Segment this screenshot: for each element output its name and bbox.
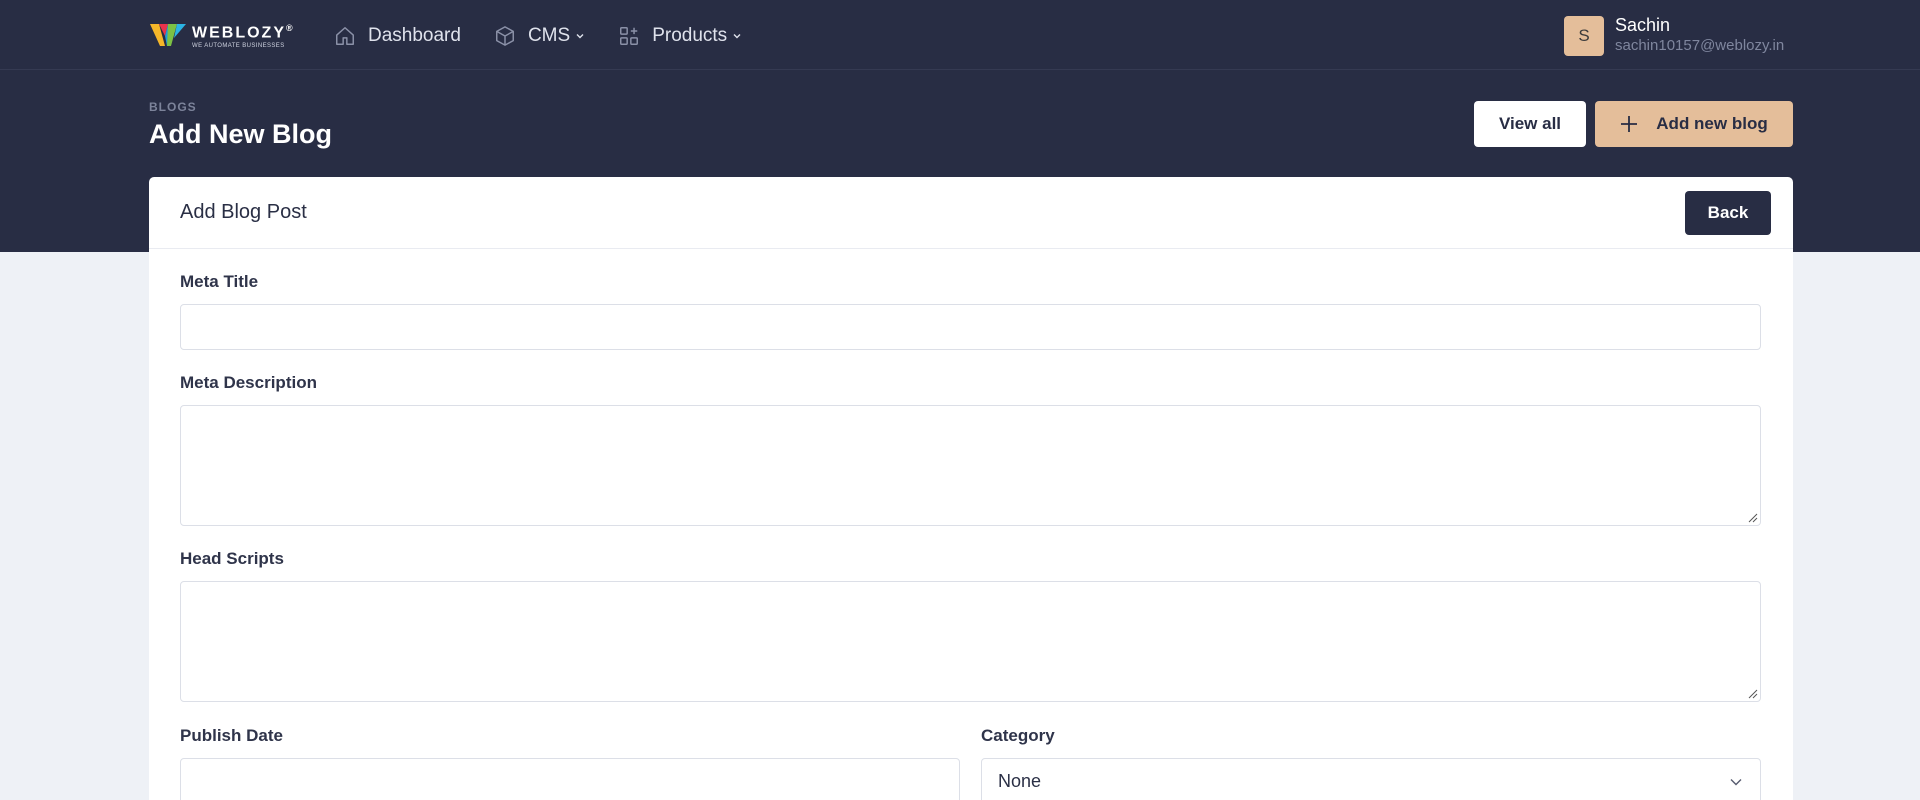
resize-handle-icon[interactable] — [1748, 513, 1758, 523]
meta-description-textarea[interactable] — [180, 405, 1761, 526]
nav-item-cms[interactable]: CMS — [494, 25, 585, 47]
brand-name: WEBLOZY® — [192, 23, 293, 42]
user-email: sachin10157@weblozy.in — [1615, 37, 1785, 54]
nav-item-label: CMS — [527, 25, 571, 46]
user-name: Sachin — [1615, 15, 1671, 35]
category-select[interactable]: None — [981, 758, 1761, 800]
nav-item-dashboard[interactable]: Dashboard — [334, 25, 461, 47]
publish-date-input[interactable] — [180, 758, 960, 800]
user-menu[interactable]: S Sachin sachin10157@weblozy.in — [1564, 15, 1784, 57]
nav-item-products[interactable]: Products — [618, 25, 742, 47]
meta-title-input[interactable] — [180, 304, 1761, 350]
nav-item-label: Dashboard — [368, 25, 461, 46]
page-title: Add New Blog — [149, 119, 332, 149]
grid-plus-icon — [620, 27, 639, 45]
resize-handle-icon[interactable] — [1748, 689, 1758, 699]
main-nav: Dashboard CMS Products — [334, 22, 775, 50]
back-button[interactable]: Back — [1685, 191, 1771, 235]
nav-item-label: Products — [652, 25, 728, 46]
view-all-button[interactable]: View all — [1474, 101, 1586, 147]
head-scripts-textarea[interactable] — [180, 581, 1761, 702]
chevron-down-icon — [1730, 779, 1742, 786]
breadcrumb: BLOGS — [149, 100, 197, 114]
cube-icon — [495, 26, 514, 46]
card-header: Add Blog Post Back — [149, 177, 1793, 249]
chevron-down-icon — [576, 34, 584, 39]
meta-description-label: Meta Description — [180, 373, 317, 392]
add-new-blog-label: Add new blog — [1656, 114, 1768, 133]
brand-logo[interactable]: WEBLOZY® WE AUTOMATE BUSINESSES — [150, 18, 300, 52]
publish-date-label: Publish Date — [180, 726, 283, 745]
brand-tagline: WE AUTOMATE BUSINESSES — [192, 42, 285, 49]
top-navbar: WEBLOZY® WE AUTOMATE BUSINESSES Dashboar… — [0, 0, 1920, 70]
category-label: Category — [981, 726, 1055, 745]
blog-form-card: Add Blog Post Back Meta Title Meta Descr… — [149, 177, 1793, 800]
head-scripts-label: Head Scripts — [180, 549, 284, 568]
avatar: S — [1564, 16, 1604, 56]
meta-title-label: Meta Title — [180, 272, 259, 291]
home-icon — [336, 27, 354, 45]
category-selected-value: None — [998, 770, 1042, 791]
chevron-down-icon — [733, 34, 741, 39]
logo-icon — [150, 20, 186, 50]
card-title: Add Blog Post — [180, 201, 307, 223]
plus-icon — [1621, 116, 1638, 132]
add-new-blog-button[interactable]: Add new blog — [1595, 101, 1793, 147]
